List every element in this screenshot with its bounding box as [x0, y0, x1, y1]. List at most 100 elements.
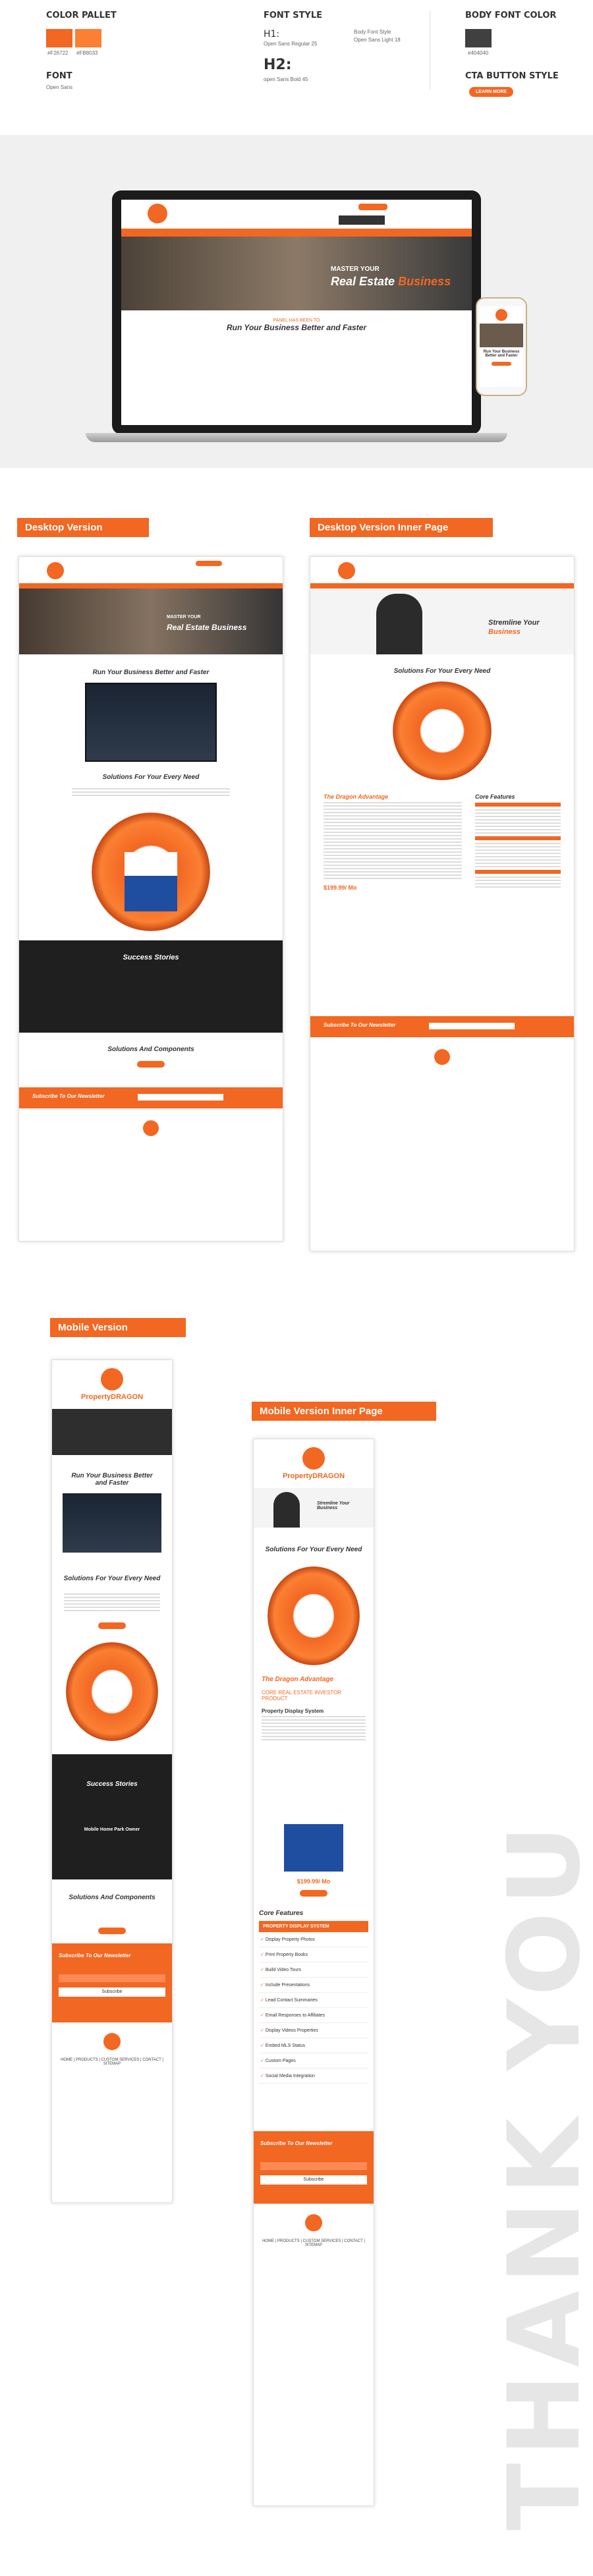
mi-solutions: Solutions For Your Every Need	[265, 1546, 362, 1553]
check-icon: ✓	[260, 1983, 266, 1988]
body-font-style-desc: Open Sans Light 18	[354, 37, 401, 43]
desktop-version-label: Desktop Version	[17, 518, 149, 537]
laptop-mockup: MASTER YOUR Real Estate Business PANEL H…	[112, 190, 481, 434]
feature-item: ✓ Include Presentations	[259, 1978, 368, 1993]
font-title: FONT	[46, 71, 72, 81]
mobile-version-label: Mobile Version	[50, 1318, 186, 1337]
mobile-inner-label: Mobile Version Inner Page	[252, 1402, 436, 1421]
cta-title: CTA BUTTON STYLE	[465, 71, 559, 81]
di-hero-person	[376, 594, 422, 654]
phone-cta[interactable]	[492, 362, 511, 366]
dp-header-cta[interactable]	[196, 561, 222, 566]
feature-label: Display Videos Properties	[265, 2028, 318, 2033]
laptop-hero-large-1: Real Estate	[331, 275, 395, 288]
laptop-base	[86, 433, 507, 442]
phone-hero	[480, 324, 523, 347]
laptop-hero-small: MASTER YOUR	[331, 266, 380, 273]
color-swatch-1	[46, 29, 72, 47]
di-newsletter: Subscribe To Our Newsletter	[310, 1016, 574, 1037]
dp-solutions: Solutions For Your Every Need	[102, 774, 200, 781]
mi-newsletter: Subscribe To Our Newsletter Subscribe	[254, 2131, 374, 2204]
di-header	[310, 557, 574, 583]
body-color-swatch	[465, 29, 492, 47]
mp-newsletter-title: Subscribe To Our Newsletter	[59, 1953, 131, 1959]
check-icon: ✓	[260, 1937, 266, 1942]
dp-newsletter-input[interactable]	[138, 1094, 223, 1101]
mp-success-sub: Mobile Home Park Owner	[84, 1827, 140, 1832]
color-swatch-2	[75, 29, 101, 47]
mp-newsletter-input[interactable]	[59, 1974, 165, 1982]
feature-item: ✓ Email Responses to Affiliates	[259, 2008, 368, 2023]
phone-icon	[339, 215, 385, 225]
dp-logo-icon	[47, 562, 64, 579]
dp-hero: MASTER YOUR Real Estate Business	[19, 588, 283, 654]
feature-item: ✓ Social Media Integration	[259, 2069, 368, 2084]
mi-core: Core Features	[259, 1910, 304, 1917]
feature-label: Include Presentations	[265, 1983, 310, 1988]
di-core-bar-2	[475, 836, 561, 840]
mp-components-learn-more[interactable]	[98, 1928, 126, 1934]
mi-add-to-cart[interactable]	[300, 1890, 327, 1897]
di-core: Core Features	[475, 793, 515, 800]
dp-hero-small: MASTER YOUR	[167, 615, 201, 619]
mp-dragon-emblem	[66, 1642, 158, 1741]
mp-video[interactable]	[63, 1493, 161, 1553]
di-nav	[310, 583, 574, 588]
h2-desc: open Sans Bold 45	[264, 76, 308, 82]
mi-logo-icon	[302, 1447, 325, 1470]
dp-learn-more[interactable]	[137, 1061, 165, 1068]
header-cta[interactable]	[358, 204, 387, 210]
h2-label: H2:	[264, 57, 292, 73]
check-icon: ✓	[260, 2059, 266, 2063]
feature-label: Embed MLS Status	[265, 2044, 306, 2048]
di-solutions: Solutions For Your Every Need	[393, 668, 491, 675]
dp-components: Solutions And Components	[107, 1046, 194, 1053]
mp-subscribe-button[interactable]: Subscribe	[59, 1988, 165, 1997]
di-core-bar-3	[475, 870, 561, 874]
h1-label: H1:	[264, 29, 280, 40]
mp-newsletter: Subscribe To Our Newsletter Subscribe	[52, 1943, 172, 2022]
dp-nav	[19, 583, 283, 588]
feature-item: ✓ Display Videos Properties	[259, 2023, 368, 2038]
mp-body-text	[52, 1589, 172, 1616]
mi-newsletter-input[interactable]	[260, 2162, 367, 2170]
laptop-tagline-wrap: PANEL HAS BEEN TO Run Your Business Bett…	[121, 310, 472, 332]
check-icon: ✓	[260, 2044, 266, 2048]
di-hero: Stremline Your Business	[310, 588, 574, 654]
feature-item: ✓ Print Property Books	[259, 1947, 368, 1962]
check-icon: ✓	[260, 1968, 266, 1972]
device-showcase: MASTER YOUR Real Estate Business PANEL H…	[0, 135, 593, 468]
check-icon: ✓	[260, 1998, 266, 2003]
di-core-bar	[475, 803, 561, 807]
di-columns: The Dragon Advantage $199.99/ Mo Core Fe…	[310, 787, 574, 898]
dp-body-text	[19, 781, 283, 803]
di-newsletter-input[interactable]	[429, 1023, 515, 1029]
dp-success-title: Success Stories	[123, 954, 179, 961]
mi-feature-list: ✓ Display Property Photos ✓ Print Proper…	[259, 1932, 368, 2084]
dp-footer-logo	[143, 1120, 159, 1136]
mobile-page-mock: PropertyDRAGON Run Your Business Better …	[51, 1360, 173, 2203]
di-hero-line2: Business	[488, 628, 521, 636]
laptop-hero: MASTER YOUR Real Estate Business	[121, 237, 472, 310]
mobile-inner-page-mock: PropertyDRAGON Stremline Your Business S…	[253, 1439, 374, 2506]
color-label-1: #F26722	[47, 50, 69, 56]
mi-product-box	[284, 1792, 343, 1872]
dp-header	[19, 557, 283, 583]
dp-success: Success Stories	[19, 940, 283, 1033]
mi-hero-text: Stremline Your Business	[317, 1501, 350, 1510]
mi-features-header: PROPERTY DISPLAY SYSTEM	[259, 1921, 368, 1932]
dp-video[interactable]	[85, 683, 217, 762]
mi-hero-person	[273, 1492, 300, 1528]
mi-advantage-wrap: The Dragon Advantage CORE REAL ESTATE IN…	[254, 1672, 374, 1746]
feature-item: ✓ Custom Pages	[259, 2053, 368, 2069]
cta-learn-more-button[interactable]: LEARN MORE	[469, 87, 514, 97]
feature-item: ✓ Build Video Tours	[259, 1962, 368, 1978]
laptop-tagline: Run Your Business Better and Faster	[226, 323, 367, 332]
mi-footer-links: HOME | PRODUCTS | CUSTOM SERVICES | CONT…	[262, 2239, 365, 2247]
mi-subscribe-button[interactable]: Subscribe	[260, 2175, 367, 2185]
mp-learn-more[interactable]	[98, 1622, 126, 1629]
di-advantage: The Dragon Advantage	[324, 793, 389, 800]
mp-footer-logo	[103, 2033, 121, 2050]
di-newsletter-title: Subscribe To Our Newsletter	[324, 1022, 396, 1028]
mi-price: $199.99/ Mo	[296, 1878, 331, 1885]
